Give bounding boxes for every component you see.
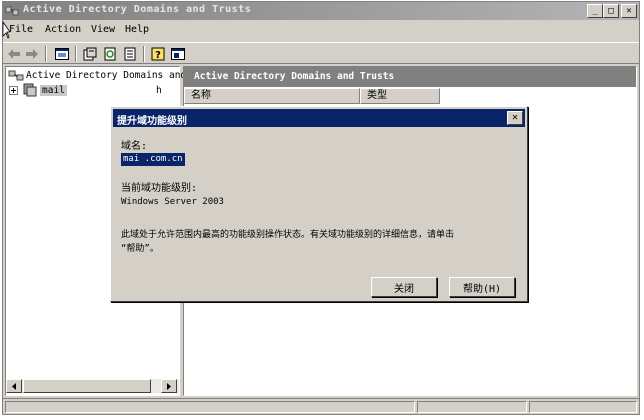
toolbar-separator — [45, 46, 47, 62]
scroll-right-button[interactable] — [161, 379, 177, 393]
tree-domain-suffix: h — [156, 85, 162, 96]
close-icon: ✕ — [511, 112, 519, 123]
help-dialog-button[interactable]: 帮助(H) — [449, 277, 515, 297]
status-cell-main — [5, 401, 415, 413]
close-dialog-button[interactable]: 关闭 — [371, 277, 437, 297]
chevron-right-icon — [167, 382, 171, 390]
forward-button[interactable] — [23, 45, 40, 62]
current-level-value: Windows Server 2003 — [121, 197, 224, 207]
status-cell — [417, 401, 527, 413]
refresh-button[interactable] — [101, 45, 118, 62]
status-bar — [3, 398, 639, 414]
forward-arrow-icon — [25, 48, 38, 59]
window-titlebar[interactable]: Active Directory Domains and Trusts _ □ … — [3, 2, 639, 20]
toolbar-separator — [143, 46, 145, 62]
tree-domain-label[interactable]: mail — [40, 85, 67, 96]
svg-text:?: ? — [155, 50, 161, 61]
close-button[interactable]: ✕ — [621, 4, 637, 18]
minimize-button[interactable]: _ — [587, 4, 603, 18]
tree-root-label[interactable]: Active Directory Domains and — [26, 70, 186, 81]
export-list-button[interactable] — [121, 45, 138, 62]
show-hide-tree-button[interactable] — [53, 45, 70, 62]
toolbar-separator — [75, 46, 77, 62]
help-icon: ? — [151, 47, 164, 61]
info-text-line2: “帮助”。 — [121, 244, 159, 254]
chevron-left-icon — [12, 382, 16, 390]
window-icon — [170, 47, 185, 60]
expand-icon[interactable] — [9, 86, 18, 95]
dialog-close-button[interactable]: ✕ — [507, 111, 523, 125]
back-button[interactable] — [5, 45, 22, 62]
view-button[interactable] — [169, 45, 186, 62]
menu-action[interactable]: Action — [45, 24, 81, 35]
domains-trusts-icon — [8, 70, 24, 81]
maximize-icon: □ — [608, 5, 614, 16]
domain-name-value[interactable]: mai .com.cn — [121, 153, 185, 166]
domain-icon — [23, 83, 37, 97]
menu-bar: File Action View Help — [2, 21, 639, 41]
refresh-icon — [104, 47, 115, 60]
back-arrow-icon — [7, 48, 20, 59]
menu-help[interactable]: Help — [125, 24, 149, 35]
dialog-title: 提升域功能级别 — [117, 116, 187, 127]
console-tree-icon — [54, 47, 69, 60]
properties-icon — [83, 47, 96, 60]
status-cell — [529, 401, 637, 413]
column-header-type[interactable]: 类型 — [360, 88, 440, 104]
window-title: Active Directory Domains and Trusts — [23, 4, 252, 15]
info-text-line1: 此域处于允许范围内最高的功能级别操作状态。有关域功能级别的详细信息，请单击 — [121, 230, 455, 240]
tree-horizontal-scrollbar[interactable] — [6, 379, 179, 393]
menu-file[interactable]: File — [9, 24, 33, 35]
maximize-button[interactable]: □ — [603, 4, 619, 18]
raise-domain-level-dialog: 提升域功能级别 ✕ 域名: mai .com.cn 当前域功能级别: Windo… — [110, 106, 528, 302]
scroll-thumb[interactable] — [23, 379, 151, 393]
app-icon — [5, 6, 19, 16]
details-header: Active Directory Domains and Trusts — [184, 67, 636, 87]
current-level-label: 当前域功能级别: — [121, 183, 198, 194]
toolbar: ? — [3, 42, 639, 64]
export-list-icon — [124, 47, 135, 60]
column-header-name[interactable]: 名称 — [184, 88, 360, 104]
close-icon: ✕ — [626, 5, 632, 16]
help-button[interactable]: ? — [149, 45, 166, 62]
menu-view[interactable]: View — [91, 24, 115, 35]
dialog-titlebar[interactable]: 提升域功能级别 ✕ — [113, 109, 525, 127]
properties-button[interactable] — [81, 45, 98, 62]
scroll-left-button[interactable] — [6, 379, 22, 393]
domain-name-label: 域名: — [121, 141, 148, 152]
minimize-icon: _ — [592, 5, 598, 16]
details-header-title: Active Directory Domains and Trusts — [194, 71, 395, 82]
